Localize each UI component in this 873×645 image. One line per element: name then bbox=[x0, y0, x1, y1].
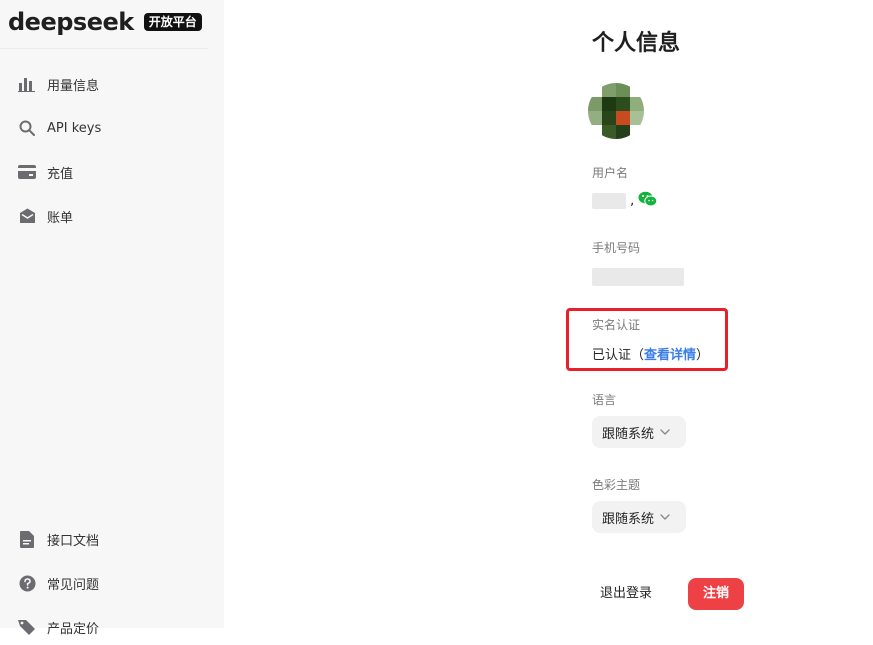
search-icon bbox=[17, 118, 37, 138]
theme-label: 色彩主题 bbox=[592, 478, 641, 492]
username-label: 用户名 bbox=[592, 166, 629, 180]
theme-select-value: 跟随系统 bbox=[602, 511, 655, 527]
avatar[interactable] bbox=[588, 83, 644, 139]
sidebar: deepseek 开放平台 用量信息 API keys 充值 账单 接口文档 常… bbox=[0, 0, 224, 637]
envelope-icon bbox=[17, 206, 37, 226]
username-value: , bbox=[592, 191, 658, 211]
verification-status-text: 已认证（ bbox=[592, 348, 645, 363]
sidebar-item-api-keys[interactable]: API keys bbox=[8, 110, 208, 146]
document-icon bbox=[17, 529, 37, 549]
sidebar-item-label: 账单 bbox=[47, 210, 74, 226]
wallet-icon bbox=[17, 162, 37, 182]
bar-chart-icon bbox=[17, 74, 37, 94]
language-select[interactable]: 跟随系统 bbox=[592, 416, 686, 448]
sidebar-divider bbox=[0, 48, 208, 49]
sidebar-item-label: API keys bbox=[47, 120, 102, 136]
username-separator: , bbox=[630, 193, 635, 209]
sidebar-item-pricing[interactable]: 产品定价 bbox=[8, 609, 208, 645]
deepseek-logo: deepseek bbox=[8, 8, 134, 36]
chevron-down-icon bbox=[660, 429, 670, 435]
sidebar-item-label: 常见问题 bbox=[47, 577, 100, 593]
sidebar-item-label: 充值 bbox=[47, 166, 74, 182]
brand[interactable]: deepseek 开放平台 bbox=[8, 8, 202, 36]
phone-label: 手机号码 bbox=[592, 241, 641, 255]
sidebar-item-docs[interactable]: 接口文档 bbox=[8, 521, 208, 557]
open-platform-badge: 开放平台 bbox=[143, 13, 202, 31]
view-details-link[interactable]: 查看详情 bbox=[644, 348, 696, 363]
logout-button[interactable]: 退出登录 bbox=[600, 578, 652, 610]
verification-status: 已认证（查看详情） bbox=[592, 344, 709, 363]
wechat-icon bbox=[638, 191, 658, 211]
theme-select[interactable]: 跟随系统 bbox=[592, 501, 686, 533]
sidebar-item-bills[interactable]: 账单 bbox=[8, 198, 208, 234]
delete-account-button[interactable]: 注销 bbox=[688, 578, 744, 610]
verification-label: 实名认证 bbox=[592, 318, 641, 332]
verification-close-paren: ） bbox=[696, 348, 710, 363]
tag-icon bbox=[17, 617, 37, 637]
page-title: 个人信息 bbox=[592, 31, 681, 56]
phone-redacted bbox=[592, 268, 684, 286]
language-select-value: 跟随系统 bbox=[602, 426, 655, 442]
sidebar-item-recharge[interactable]: 充值 bbox=[8, 154, 208, 190]
phone-value bbox=[592, 268, 684, 286]
sidebar-item-label: 用量信息 bbox=[47, 78, 100, 94]
sidebar-item-label: 接口文档 bbox=[47, 533, 100, 549]
language-label: 语言 bbox=[592, 393, 617, 407]
sidebar-item-usage[interactable]: 用量信息 bbox=[8, 66, 208, 102]
sidebar-item-label: 产品定价 bbox=[47, 621, 100, 637]
username-redacted bbox=[592, 193, 626, 209]
chevron-down-icon bbox=[660, 514, 670, 520]
question-icon bbox=[17, 573, 37, 593]
sidebar-item-faq[interactable]: 常见问题 bbox=[8, 565, 208, 601]
